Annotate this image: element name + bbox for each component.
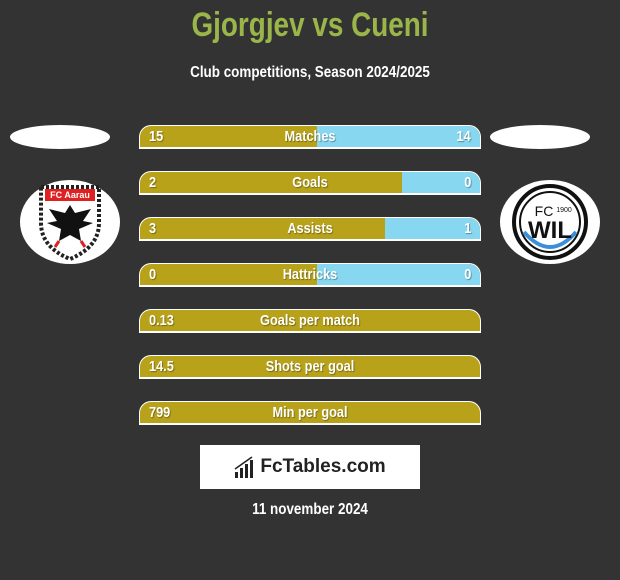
left-value: 15 xyxy=(149,128,164,145)
left-value: 3 xyxy=(149,220,157,237)
right-value: 14 xyxy=(456,128,471,145)
stat-bar-matches: 15 Matches 14 xyxy=(139,125,481,149)
stat-label: Min per goal xyxy=(272,404,348,421)
stat-bar-hattricks: 0 Hattricks 0 xyxy=(139,263,481,287)
stat-label: Goals xyxy=(292,174,328,191)
fctables-brand-banner[interactable]: FcTables.com xyxy=(200,445,420,489)
right-player-placeholder xyxy=(490,125,590,149)
report-date: 11 november 2024 xyxy=(252,501,368,518)
page-subtitle: Club competitions, Season 2024/2025 xyxy=(190,64,430,81)
stat-bar-assists: 3 Assists 1 xyxy=(139,217,481,241)
stat-label: Assists xyxy=(287,220,333,237)
stat-bar-shots-per-goal: 14.5 Shots per goal xyxy=(139,355,481,379)
svg-text:1900: 1900 xyxy=(556,207,572,214)
left-team-logo[interactable]: FC Aarau xyxy=(20,180,120,264)
left-player-placeholder xyxy=(10,125,110,149)
right-value: 0 xyxy=(463,174,471,191)
page-title: Gjorgjev vs Cueni xyxy=(191,6,429,44)
right-team-logo[interactable]: FC 1900 WIL xyxy=(500,180,600,264)
fc-aarau-crest-icon: FC Aarau xyxy=(39,185,101,261)
stat-label: Shots per goal xyxy=(265,358,355,375)
right-value: 0 xyxy=(463,266,471,283)
stat-label: Goals per match xyxy=(260,312,360,329)
stat-bar-goals-per-match: 0.13 Goals per match xyxy=(139,309,481,333)
svg-text:FC Aarau: FC Aarau xyxy=(50,190,90,200)
stat-bar-goals: 2 Goals 0 xyxy=(139,171,481,195)
stat-label: Hattricks xyxy=(282,266,338,283)
stat-label: Matches xyxy=(284,128,336,145)
bar-chart-icon xyxy=(234,456,254,478)
right-value: 1 xyxy=(463,220,471,237)
stat-bar-min-per-goal: 799 Min per goal xyxy=(139,401,481,425)
brand-name: FcTables.com xyxy=(260,456,386,477)
left-value: 2 xyxy=(149,174,157,191)
left-value: 0 xyxy=(149,266,157,283)
fc-wil-1900-crest-icon: FC 1900 WIL xyxy=(512,184,588,260)
svg-text:WIL: WIL xyxy=(528,217,572,244)
